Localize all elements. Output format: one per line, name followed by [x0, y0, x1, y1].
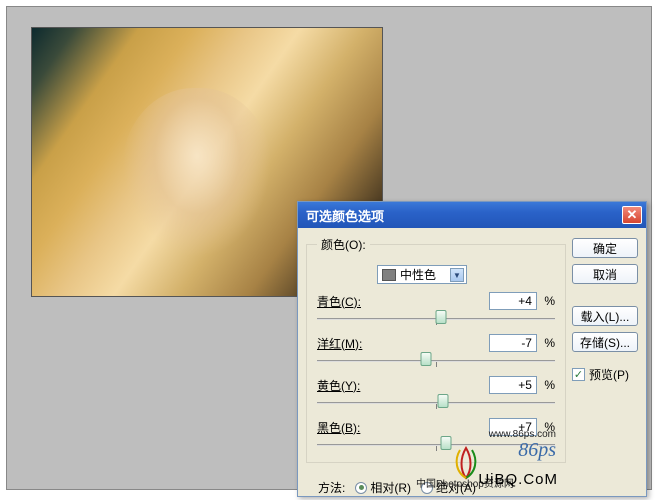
save-button[interactable]: 存储(S)...: [572, 332, 638, 352]
radio-icon: [355, 482, 367, 494]
color-select[interactable]: 中性色 ▼: [377, 265, 467, 284]
dialog-client: 颜色(O): 中性色 ▼ 青色(C): +4 %: [306, 236, 566, 488]
percent-label: %: [544, 336, 555, 350]
black-row: 黑色(B): +7 %: [317, 418, 555, 452]
document-canvas: 可选颜色选项 ✕ 颜色(O): 中性色 ▼ 青色(C):: [6, 6, 652, 490]
slider-thumb[interactable]: [435, 310, 446, 324]
method-row: 方法: 相对(R) 绝对(A): [306, 473, 566, 498]
radio-icon: [421, 482, 433, 494]
yellow-row: 黄色(Y): +5 %: [317, 376, 555, 410]
percent-label: %: [544, 420, 555, 434]
color-select-row: 中性色 ▼: [317, 261, 555, 292]
black-label: 黑色(B):: [317, 419, 360, 436]
ok-button[interactable]: 确定: [572, 238, 638, 258]
load-button[interactable]: 载入(L)...: [572, 306, 638, 326]
yellow-slider[interactable]: [317, 396, 555, 410]
slider-thumb[interactable]: [421, 352, 432, 366]
method-label: 方法:: [318, 479, 345, 496]
magenta-slider[interactable]: [317, 354, 555, 368]
percent-label: %: [544, 294, 555, 308]
radio-relative[interactable]: 相对(R): [355, 479, 411, 496]
yellow-value[interactable]: +5: [489, 376, 537, 394]
cyan-slider[interactable]: [317, 312, 555, 326]
button-column: 确定 取消 载入(L)... 存储(S)... ✓ 预览(P): [572, 238, 638, 383]
close-icon[interactable]: ✕: [622, 206, 642, 224]
dialog-title: 可选颜色选项: [306, 206, 622, 225]
black-value[interactable]: +7: [489, 418, 537, 436]
checkbox-icon: ✓: [572, 368, 585, 381]
titlebar[interactable]: 可选颜色选项 ✕: [298, 202, 646, 228]
color-select-value: 中性色: [400, 266, 436, 283]
cyan-value[interactable]: +4: [489, 292, 537, 310]
slider-thumb[interactable]: [440, 436, 451, 450]
selective-color-dialog: 可选颜色选项 ✕ 颜色(O): 中性色 ▼ 青色(C):: [297, 201, 647, 497]
magenta-row: 洋红(M): -7 %: [317, 334, 555, 368]
slider-thumb[interactable]: [438, 394, 449, 408]
yellow-label: 黄色(Y):: [317, 377, 360, 394]
cancel-button[interactable]: 取消: [572, 264, 638, 284]
radio-absolute[interactable]: 绝对(A): [421, 479, 476, 496]
main-fieldset: 颜色(O): 中性色 ▼ 青色(C): +4 %: [306, 236, 566, 463]
chevron-down-icon: ▼: [450, 268, 464, 282]
color-label: 颜色(O):: [317, 236, 370, 253]
black-slider[interactable]: [317, 438, 555, 452]
preview-checkbox-row[interactable]: ✓ 预览(P): [572, 366, 638, 383]
percent-label: %: [544, 378, 555, 392]
cyan-row: 青色(C): +4 %: [317, 292, 555, 326]
magenta-value[interactable]: -7: [489, 334, 537, 352]
cyan-label: 青色(C):: [317, 293, 361, 310]
color-swatch-icon: [382, 269, 396, 281]
preview-label: 预览(P): [589, 366, 629, 383]
magenta-label: 洋红(M):: [317, 335, 362, 352]
